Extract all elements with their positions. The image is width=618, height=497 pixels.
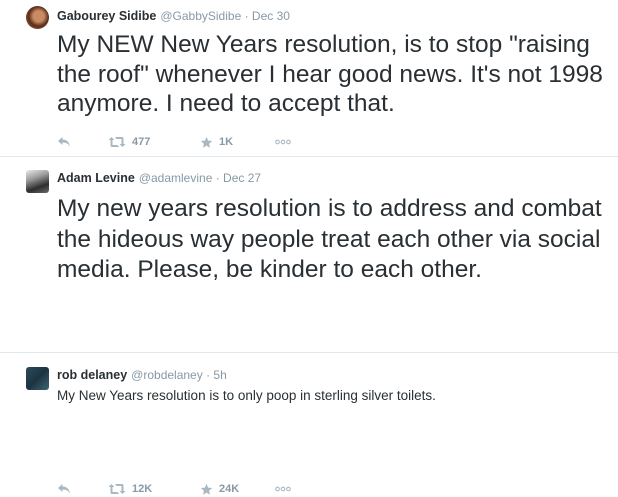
reply-icon: [58, 484, 70, 494]
tweet-feed: Gabourey Sidibe @GabbySidibe · Dec 30 My …: [0, 0, 618, 495]
tweet-header: Gabourey Sidibe @GabbySidibe · Dec 30: [57, 9, 290, 23]
separator-dot: ·: [212, 171, 224, 185]
tweet-header: rob delaney @robdelaney · 5h: [57, 368, 227, 382]
tweet[interactable]: rob delaney @robdelaney · 5h My New Years…: [0, 354, 618, 412]
tweet-timestamp[interactable]: Dec 30: [252, 9, 290, 23]
separator-dot: ·: [241, 9, 252, 23]
reply-button[interactable]: [57, 134, 71, 150]
retweet-count: 477: [132, 136, 151, 148]
more-button[interactable]: [275, 481, 291, 497]
favorite-button[interactable]: 1K: [200, 134, 233, 150]
more-icon: [275, 139, 291, 145]
author-name[interactable]: Gabourey Sidibe: [57, 9, 156, 23]
author-name[interactable]: rob delaney: [57, 368, 127, 382]
separator-dot: ·: [202, 368, 214, 382]
retweet-button[interactable]: 477: [108, 134, 150, 150]
retweet-button[interactable]: 12K: [108, 481, 152, 497]
more-button[interactable]: [275, 134, 291, 150]
author-name[interactable]: Adam Levine: [57, 171, 135, 185]
star-icon: [200, 483, 213, 495]
reply-icon: [58, 137, 70, 147]
more-icon: [275, 486, 291, 492]
tweet-text: My New Years resolution is to only poop …: [57, 388, 436, 403]
tweet-timestamp[interactable]: Dec 27: [223, 171, 261, 185]
avatar[interactable]: [26, 6, 49, 29]
reply-button[interactable]: [57, 481, 71, 497]
tweet-text: My new years resolution is to address an…: [57, 195, 602, 283]
favorite-button[interactable]: 24K: [200, 481, 239, 497]
retweet-count: 12K: [132, 483, 153, 495]
author-handle[interactable]: @adamlevine: [139, 171, 213, 185]
avatar[interactable]: [26, 170, 49, 193]
favorite-count: 1K: [219, 136, 234, 148]
retweet-icon: [108, 484, 126, 494]
favorite-count: 24K: [219, 483, 240, 495]
tweet-header: Adam Levine @adamlevine · Dec 27: [57, 171, 261, 185]
author-handle[interactable]: @robdelaney: [131, 368, 203, 382]
avatar[interactable]: [26, 367, 49, 390]
divider: [0, 352, 618, 353]
tweet-text: My NEW New Years resolution, is to stop …: [57, 31, 603, 117]
tweet[interactable]: Adam Levine @adamlevine · Dec 27 My new y…: [0, 157, 618, 495]
retweet-icon: [108, 137, 126, 147]
tweet[interactable]: Gabourey Sidibe @GabbySidibe · Dec 30 My …: [0, 0, 618, 156]
tweet-timestamp[interactable]: 5h: [213, 368, 226, 382]
star-icon: [200, 136, 213, 148]
author-handle[interactable]: @GabbySidibe: [160, 9, 241, 23]
